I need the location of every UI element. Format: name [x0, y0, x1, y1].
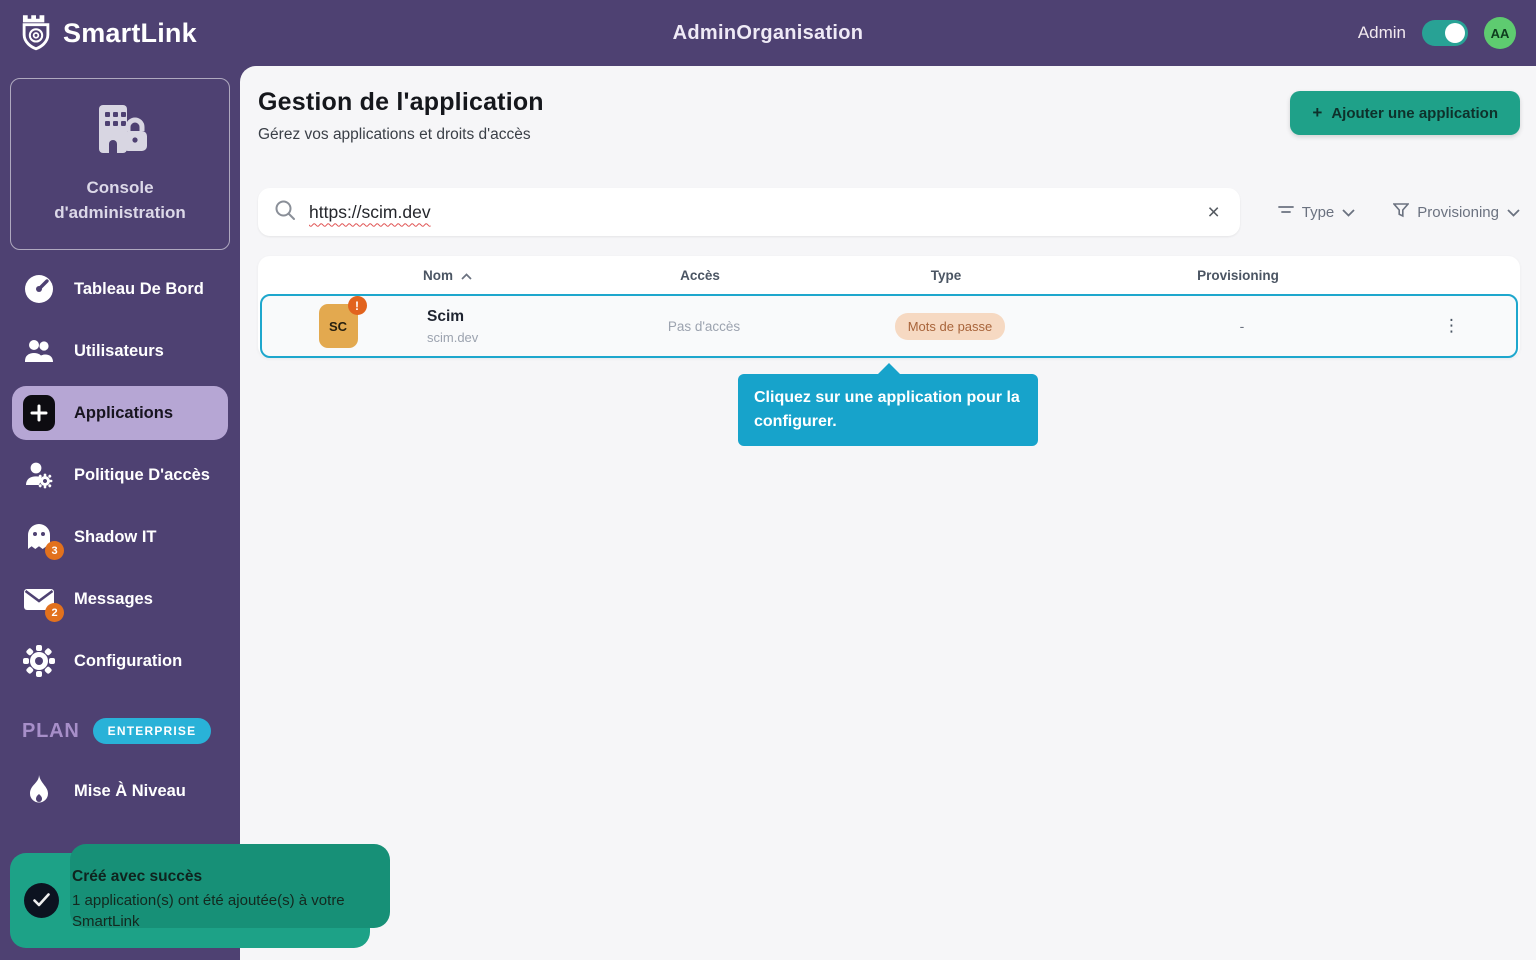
- alert-badge-icon: !: [348, 296, 367, 315]
- gauge-icon: [22, 272, 56, 306]
- sidebar-item-configuration[interactable]: Configuration: [0, 630, 240, 692]
- gear-icon: [22, 644, 56, 678]
- column-header-type[interactable]: Type: [800, 268, 1092, 283]
- sidebar-item-label: Applications: [74, 404, 173, 423]
- flame-icon: [22, 774, 56, 808]
- plan-row: PLAN ENTERPRISE: [22, 718, 240, 744]
- sort-ascending-icon: [461, 268, 472, 283]
- sidebar-item-label: Messages: [74, 590, 153, 609]
- messages-count-badge: 2: [45, 603, 64, 622]
- sidebar-item-label: Shadow IT: [74, 528, 157, 547]
- brand-logo[interactable]: SmartLink: [0, 14, 197, 52]
- search-icon: [274, 199, 296, 226]
- search-input[interactable]: https://scim.dev ×: [258, 188, 1240, 236]
- column-header-acces[interactable]: Accès: [600, 268, 800, 283]
- shield-fingerprint-logo-icon: [18, 14, 54, 52]
- provisioning-filter-label: Provisioning: [1417, 204, 1499, 221]
- sidebar-item-label: Utilisateurs: [74, 342, 164, 361]
- type-cell: Mots de passe: [804, 313, 1096, 340]
- building-lock-icon: [87, 148, 153, 165]
- provisioning-filter-dropdown[interactable]: Provisioning: [1393, 203, 1520, 222]
- sidebar-item-label: Configuration: [74, 652, 182, 671]
- search-value: https://scim.dev: [309, 202, 431, 223]
- clear-search-button[interactable]: ×: [1203, 198, 1223, 227]
- sidebar-item-label: Tableau De Bord: [74, 280, 204, 299]
- sidebar-item-applications[interactable]: Applications: [12, 386, 228, 440]
- type-badge: Mots de passe: [895, 313, 1006, 340]
- app-domain: scim.dev: [414, 330, 604, 345]
- app-name: Scim: [414, 308, 604, 326]
- row-kebab-menu-icon[interactable]: ⋮: [1388, 316, 1516, 336]
- funnel-icon: [1393, 203, 1409, 222]
- sidebar-item-label: Politique D'accès: [74, 466, 210, 485]
- plus-icon: +: [1312, 103, 1322, 123]
- app-icon: SC !: [319, 304, 358, 348]
- sidebar-item-messages[interactable]: 2 Messages: [0, 568, 240, 630]
- envelope-icon: 2: [22, 582, 56, 616]
- table-row-scim[interactable]: SC ! Scim scim.dev Pas d'accès Mots de p…: [260, 294, 1518, 358]
- user-avatar[interactable]: AA: [1484, 17, 1516, 49]
- toast-title: Créé avec succès: [72, 868, 352, 886]
- console-admin-card[interactable]: Console d'administration: [10, 78, 230, 250]
- chevron-down-icon: [1342, 204, 1355, 221]
- sidebar-item-politique-dacces[interactable]: Politique D'accès: [0, 444, 240, 506]
- table-header-row: Nom Accès Type Provisioning: [258, 256, 1520, 294]
- success-toast[interactable]: Créé avec succès 1 application(s) ont ét…: [10, 853, 370, 949]
- type-filter-dropdown[interactable]: Type: [1278, 203, 1356, 221]
- access-cell: Pas d'accès: [604, 319, 804, 334]
- organisation-title: AdminOrganisation: [0, 22, 1536, 45]
- sidebar-item-utilisateurs[interactable]: Utilisateurs: [0, 320, 240, 382]
- plan-label: PLAN: [22, 720, 80, 743]
- column-header-nom[interactable]: Nom: [410, 268, 600, 283]
- provisioning-cell: -: [1096, 318, 1388, 334]
- shadow-it-count-badge: 3: [45, 541, 64, 560]
- type-filter-label: Type: [1302, 204, 1335, 221]
- ghost-icon: 3: [22, 520, 56, 554]
- brand-name: SmartLink: [63, 18, 197, 49]
- sidebar: Console d'administration Tableau De Bord: [0, 66, 240, 960]
- filter-lines-icon: [1278, 203, 1294, 221]
- add-application-button[interactable]: + Ajouter une application: [1290, 91, 1520, 135]
- sidebar-nav: Tableau De Bord Utilisateurs: [0, 258, 240, 692]
- console-admin-label: Console d'administration: [19, 176, 221, 225]
- admin-mode-toggle[interactable]: [1422, 20, 1468, 46]
- sidebar-item-label: Mise À Niveau: [74, 782, 186, 801]
- top-header: AdminOrganisation SmartLink Admin AA: [0, 0, 1536, 66]
- sidebar-item-mise-a-niveau[interactable]: Mise À Niveau: [0, 760, 240, 822]
- controls-row: https://scim.dev × Type Provisioning: [258, 188, 1520, 236]
- users-icon: [22, 334, 56, 368]
- page-title: Gestion de l'application: [258, 88, 544, 117]
- applications-table: Nom Accès Type Provisioning SC ! Scim sc…: [258, 256, 1520, 358]
- header-right-controls: Admin AA: [1358, 17, 1536, 49]
- sidebar-item-tableau-de-bord[interactable]: Tableau De Bord: [0, 258, 240, 320]
- column-header-provisioning[interactable]: Provisioning: [1092, 268, 1384, 283]
- page-header: Gestion de l'application Gérez vos appli…: [258, 88, 1520, 144]
- sidebar-item-shadow-it[interactable]: 3 Shadow IT: [0, 506, 240, 568]
- plus-square-icon: [22, 396, 56, 430]
- chevron-down-icon: [1507, 204, 1520, 221]
- configure-hint-tooltip: Cliquez sur une application pour la conf…: [738, 374, 1038, 446]
- toggle-knob: [1445, 23, 1465, 43]
- user-gear-icon: [22, 458, 56, 492]
- admin-mode-label: Admin: [1358, 23, 1406, 43]
- add-application-label: Ajouter une application: [1331, 105, 1498, 122]
- main-content: Gestion de l'application Gérez vos appli…: [240, 66, 1536, 960]
- check-circle-icon: [24, 883, 59, 918]
- toast-message: 1 application(s) ont été ajoutée(s) à vo…: [72, 890, 352, 934]
- plan-enterprise-badge[interactable]: ENTERPRISE: [93, 718, 212, 744]
- page-subtitle: Gérez vos applications et droits d'accès: [258, 126, 544, 144]
